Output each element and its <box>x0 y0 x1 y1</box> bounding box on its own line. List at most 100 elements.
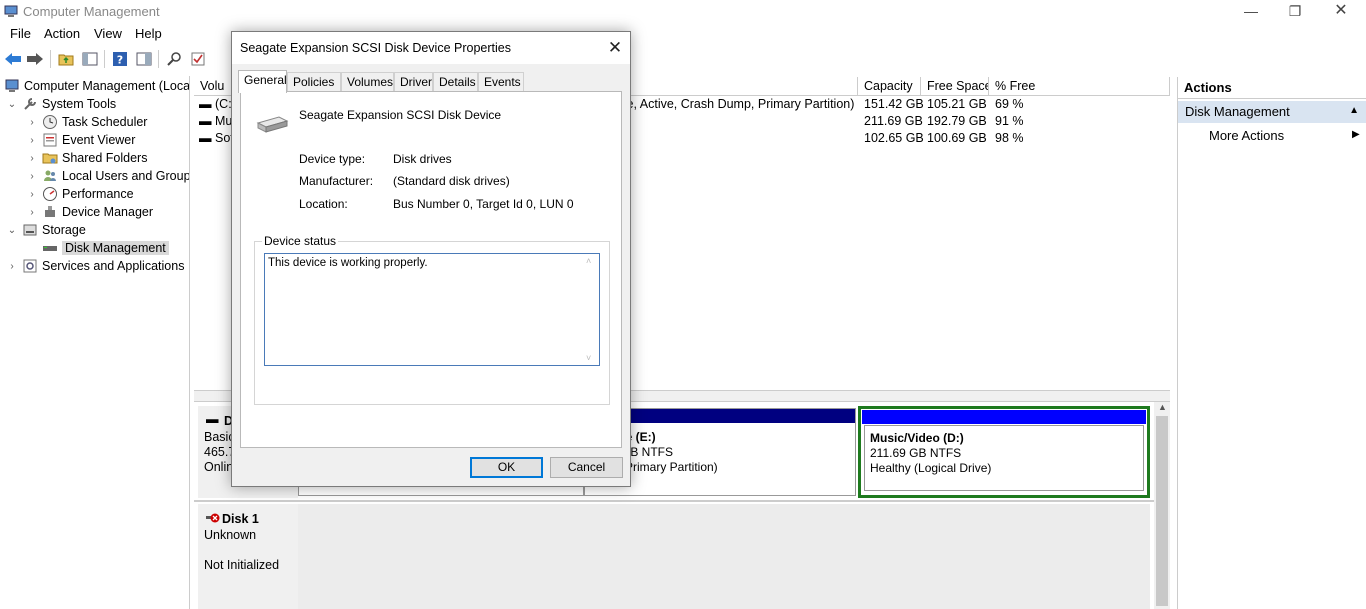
tree-item-performance[interactable]: › Performance <box>26 185 134 203</box>
tree-item-system-tools[interactable]: ⌄ System Tools <box>6 95 116 113</box>
dialog-title-bar[interactable]: Seagate Expansion SCSI Disk Device Prope… <box>232 32 630 64</box>
chevron-right-icon[interactable]: › <box>26 135 38 146</box>
disk1-state: Not Initialized <box>204 558 280 572</box>
tab-details[interactable]: Details <box>433 72 478 92</box>
disk-drive-icon <box>256 116 289 133</box>
clock-icon <box>43 115 57 129</box>
chevron-right-icon[interactable]: › <box>26 117 38 128</box>
chevron-right-icon[interactable]: › <box>26 153 38 164</box>
menu-view[interactable]: View <box>94 26 122 41</box>
restore-button[interactable]: ❐ <box>1272 0 1318 24</box>
back-arrow-icon[interactable] <box>3 49 23 69</box>
more-actions-link[interactable]: More Actions <box>1209 128 1284 143</box>
menu-help[interactable]: Help <box>135 26 162 41</box>
help-icon[interactable]: ? <box>110 49 130 69</box>
chevron-right-icon[interactable]: › <box>6 261 18 272</box>
volume-name: Mu <box>215 114 233 128</box>
event-viewer-icon <box>43 133 57 147</box>
tab-general[interactable]: General <box>238 70 287 93</box>
volume-icon: ▬ <box>199 114 212 128</box>
cancel-button[interactable]: Cancel <box>550 457 623 478</box>
prop-label-manufacturer: Manufacturer: <box>299 174 374 188</box>
disk1-unallocated-area[interactable] <box>298 504 1150 609</box>
chevron-down-icon[interactable]: ⌄ <box>6 225 18 236</box>
tab-events[interactable]: Events <box>478 72 524 92</box>
properties-pane-icon[interactable] <box>134 49 154 69</box>
column-free-space[interactable]: Free Space <box>921 77 989 96</box>
column-capacity[interactable]: Capacity <box>858 77 921 96</box>
svg-text:?: ? <box>117 54 123 67</box>
minimize-button[interactable]: — <box>1228 0 1274 24</box>
tree-item-label: Services and Applications <box>42 259 185 273</box>
collapse-up-icon[interactable]: ▲ <box>1349 105 1359 116</box>
chevron-right-icon[interactable]: › <box>26 207 38 218</box>
forward-arrow-icon[interactable] <box>25 49 45 69</box>
toolbar: ? <box>0 46 1366 72</box>
volume-pct: 69 % <box>995 97 1024 111</box>
tab-driver[interactable]: Driver <box>394 72 433 92</box>
disk1-label[interactable]: Disk 1 Unknown Not Initialized <box>198 504 298 609</box>
volume-free: 100.69 GB <box>927 131 987 145</box>
computer-icon <box>5 79 19 92</box>
prop-value-device-type: Disk drives <box>393 152 452 166</box>
prop-label-device-type: Device type: <box>299 152 366 166</box>
chevron-right-icon[interactable]: › <box>26 171 38 182</box>
dialog-close-button[interactable]: ✕ <box>604 37 626 59</box>
partition-d-selected[interactable]: Music/Video (D:) 211.69 GB NTFS Healthy … <box>858 406 1150 498</box>
tab-volumes[interactable]: Volumes <box>341 72 394 92</box>
scroll-up-icon[interactable]: ˄ <box>586 256 591 266</box>
disk0-state: Onlin <box>204 460 234 474</box>
show-hide-tree-icon[interactable] <box>80 49 100 69</box>
tree-item-label: Device Manager <box>62 205 154 219</box>
disk-pane-scrollbar[interactable]: ▲ <box>1154 402 1170 609</box>
volume-icon: ▬ <box>199 97 212 111</box>
partition-bar <box>862 410 1146 424</box>
device-status-group: Device status This device is working pro… <box>254 234 610 405</box>
ok-button[interactable]: OK <box>470 457 543 478</box>
menu-file[interactable]: File <box>10 26 31 41</box>
volume-icon: ▬ <box>199 131 212 145</box>
tree-item-label: Task Scheduler <box>62 115 148 129</box>
services-icon <box>23 259 37 273</box>
volume-status: ile, Active, Crash Dump, Primary Partiti… <box>621 97 855 111</box>
device-status-textbox[interactable]: This device is working properly. ˄ ˅ <box>264 253 600 366</box>
scroll-down-icon[interactable]: ˅ <box>586 353 591 363</box>
tree-root[interactable]: Computer Management (Local <box>4 77 189 95</box>
device-manager-icon <box>45 206 55 217</box>
tree-item-label: Event Viewer <box>62 133 136 147</box>
magnify-icon[interactable] <box>164 49 184 69</box>
device-status-legend: Device status <box>262 234 339 248</box>
status-scrollbar[interactable]: ˄ ˅ <box>582 254 599 365</box>
disk1-type: Unknown <box>204 528 257 542</box>
actions-section-label: Disk Management <box>1185 104 1290 119</box>
tree-item-label: Disk Management <box>62 241 169 255</box>
close-button[interactable]: ✕ <box>1318 0 1364 24</box>
up-folder-icon[interactable] <box>56 49 76 69</box>
storage-icon <box>23 224 37 236</box>
column-percent-free[interactable]: % Free <box>989 77 1170 96</box>
submenu-arrow-icon: ▶ <box>1352 129 1360 140</box>
tree-item-services-and-applications[interactable]: › Services and Applications <box>6 257 184 275</box>
actions-section-disk-management[interactable]: Disk Management ▲ <box>1178 101 1366 123</box>
tools-icon <box>24 98 36 110</box>
tree-item-storage[interactable]: ⌄ Storage <box>6 221 86 239</box>
tree-item-disk-management[interactable]: Disk Management <box>26 239 169 257</box>
scroll-up-icon[interactable]: ▲ <box>1158 402 1167 412</box>
column-volume[interactable]: Volu <box>194 77 236 96</box>
column-status[interactable] <box>630 77 858 96</box>
tree-item-local-users-and-groups[interactable]: › Local Users and Groups <box>26 167 190 185</box>
checklist-icon[interactable] <box>188 49 208 69</box>
chevron-right-icon[interactable]: › <box>26 189 38 200</box>
partition-d-status: Healthy (Logical Drive) <box>870 461 992 475</box>
menu-action[interactable]: Action <box>44 26 80 41</box>
tree-item-device-manager[interactable]: › Device Manager <box>26 203 153 221</box>
tree-item-shared-folders[interactable]: › Shared Folders <box>26 149 147 167</box>
scroll-thumb[interactable] <box>1156 416 1168 606</box>
volume-capacity: 102.65 GB <box>864 131 924 145</box>
tree-item-event-viewer[interactable]: › Event Viewer <box>26 131 135 149</box>
shared-folder-icon <box>42 153 58 164</box>
tree-item-task-scheduler[interactable]: › Task Scheduler <box>26 113 147 131</box>
chevron-down-icon[interactable]: ⌄ <box>6 99 18 110</box>
tree-item-label: Local Users and Groups <box>62 169 190 183</box>
tab-policies[interactable]: Policies <box>287 72 341 92</box>
